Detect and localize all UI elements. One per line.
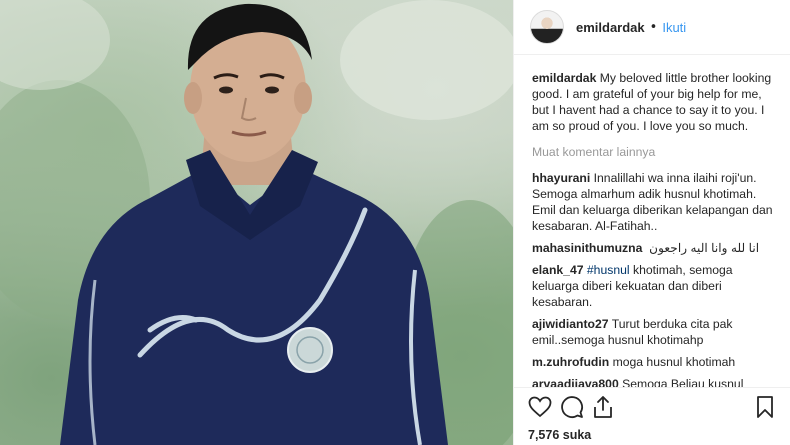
comments-list[interactable]: emildardak My beloved little brother loo…	[514, 56, 790, 387]
header-username[interactable]: emildardak	[576, 20, 645, 35]
comment-text: انا لله وانا اليه راجعون	[649, 241, 760, 255]
comment-username[interactable]: hhayurani	[532, 171, 590, 185]
caption: emildardak My beloved little brother loo…	[532, 70, 778, 134]
comment-icon	[561, 396, 583, 418]
post-header: emildardak • Ikuti	[514, 0, 790, 55]
likes-label: suka	[562, 428, 592, 442]
comment-button[interactable]	[560, 394, 592, 420]
comment-item: elank_47 #husnul khotimah, semoga keluar…	[532, 262, 778, 310]
comment-item: mahasinithumuzna انا لله وانا اليه راجعو…	[532, 240, 778, 256]
likes-number: 7,576	[528, 428, 560, 442]
header-separator: •	[649, 19, 658, 35]
likes-count[interactable]: 7,576 suka	[528, 428, 776, 442]
comment-text: Semoga Beliau kusnul	[622, 377, 744, 387]
caption-username[interactable]: emildardak	[532, 71, 596, 85]
comment-username[interactable]: arvaadiiava800	[532, 377, 619, 387]
heart-icon	[528, 396, 552, 418]
hashtag-link[interactable]: #husnul	[587, 263, 630, 277]
comment-username[interactable]: elank_47	[532, 263, 584, 277]
photo-illustration	[0, 0, 513, 445]
share-button[interactable]	[592, 394, 624, 420]
save-button[interactable]	[756, 394, 776, 420]
comment-username[interactable]: mahasinithumuzna	[532, 241, 642, 255]
share-icon	[594, 396, 612, 418]
comment-username[interactable]: m.zuhrofudin	[532, 355, 609, 369]
comment-item: m.zuhrofudin moga husnul khotimah	[532, 354, 778, 370]
load-more-comments-button[interactable]: Muat komentar lainnya	[532, 144, 778, 160]
comment-item: hhayurani Innalillahi wa inna ilaihi roj…	[532, 170, 778, 234]
post-photo[interactable]	[0, 0, 513, 445]
comment-item: arvaadiiava800 Semoga Beliau kusnul	[532, 376, 778, 387]
action-bar	[528, 394, 776, 420]
post-side-panel: emildardak • Ikuti emildardak My beloved…	[513, 0, 790, 445]
follow-button[interactable]: Ikuti	[662, 20, 686, 35]
post-footer: 7,576 suka	[514, 387, 790, 445]
comment-item: ajiwidianto27 Turut berduka cita pak emi…	[532, 316, 778, 348]
like-button[interactable]	[528, 394, 560, 420]
bookmark-icon	[757, 396, 773, 418]
avatar[interactable]	[530, 10, 564, 44]
comment-username[interactable]: ajiwidianto27	[532, 317, 609, 331]
comment-text: moga husnul khotimah	[612, 355, 736, 369]
